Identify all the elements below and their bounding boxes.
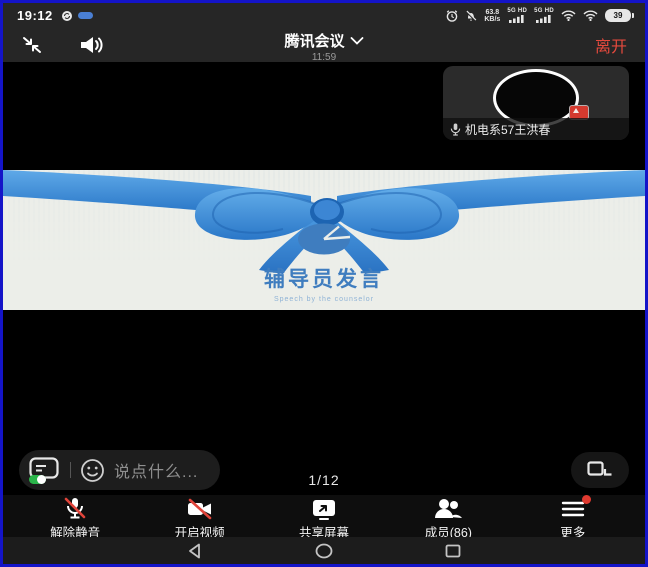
signal-sim2: 5G HD — [534, 8, 554, 23]
recents-button[interactable] — [445, 543, 461, 559]
mute-bell-icon — [465, 10, 477, 22]
shared-slide-banner: 辅导员发言 Speech by the counselor — [3, 170, 645, 310]
minimize-icon[interactable] — [21, 35, 43, 55]
participant-name: 机电系57王洪春 — [465, 121, 550, 138]
banner-content: 辅导员发言 Speech by the counselor — [264, 220, 384, 303]
wifi2-icon — [583, 10, 598, 21]
unmute-button[interactable]: 解除静音 — [32, 495, 118, 537]
banner-subtitle: Speech by the counselor — [264, 296, 384, 303]
network-speed: 63.8 KB/s — [484, 9, 500, 23]
android-nav-bar — [3, 537, 645, 564]
mic-muted-icon — [62, 497, 88, 521]
participant-name-bar: 机电系57王洪春 — [443, 118, 629, 140]
status-bar: 19:12 63.8 KB/s — [3, 3, 645, 28]
captions-toggle[interactable] — [29, 457, 61, 483]
clock-time: 19:12 — [17, 8, 53, 23]
members-icon — [433, 497, 463, 521]
chat-input-placeholder[interactable]: 说点什么... — [114, 458, 198, 482]
slide-page-indicator: 1/12 — [308, 472, 339, 488]
back-button[interactable] — [187, 543, 203, 559]
start-video-button[interactable]: 开启视频 — [157, 495, 243, 537]
signal-bars-icon — [509, 14, 525, 23]
members-button[interactable]: 成员(86) — [405, 495, 491, 537]
leave-meeting-button[interactable]: 离开 — [595, 33, 627, 57]
pip-icon — [587, 461, 613, 479]
signal-sim1: 5G HD — [507, 8, 527, 23]
home-button[interactable] — [315, 543, 333, 559]
speaker-icon[interactable] — [79, 35, 105, 55]
video-stage: 机电系57王洪春 — [3, 62, 645, 495]
banner-title: 辅导员发言 — [264, 263, 384, 293]
message-row: 说点什么... 1/12 — [3, 448, 645, 492]
meeting-header: 腾讯会议 11:59 离开 — [3, 28, 645, 62]
wifi-icon — [561, 10, 576, 21]
notification-badge — [582, 495, 591, 504]
sync-icon — [61, 10, 73, 22]
chevron-down-icon — [351, 37, 364, 45]
battery-indicator: 39 — [605, 9, 631, 22]
share-screen-icon — [310, 497, 338, 521]
notification-app-icon — [78, 11, 93, 20]
camera-off-icon — [186, 497, 214, 521]
signal-bars-icon — [536, 14, 552, 23]
captions-toggle-switch[interactable] — [29, 475, 46, 484]
more-button[interactable]: 更多 — [530, 495, 616, 537]
chat-input-pill[interactable]: 说点什么... — [19, 450, 220, 490]
meeting-title: 腾讯会议 — [284, 30, 344, 51]
meeting-app-screen: 19:12 63.8 KB/s — [0, 0, 648, 567]
meeting-title-block[interactable]: 腾讯会议 11:59 — [284, 30, 363, 63]
pie-logo-icon — [295, 220, 353, 256]
participant-thumbnail[interactable]: 机电系57王洪春 — [443, 66, 629, 140]
mic-icon — [450, 123, 461, 136]
meeting-toolbar: 解除静音 开启视频 共享屏幕 — [3, 495, 645, 537]
switch-view-button[interactable] — [571, 452, 629, 488]
emoji-icon[interactable] — [80, 458, 105, 483]
alarm-clock-icon — [446, 10, 458, 22]
share-screen-button[interactable]: 共享屏幕 — [281, 495, 367, 537]
